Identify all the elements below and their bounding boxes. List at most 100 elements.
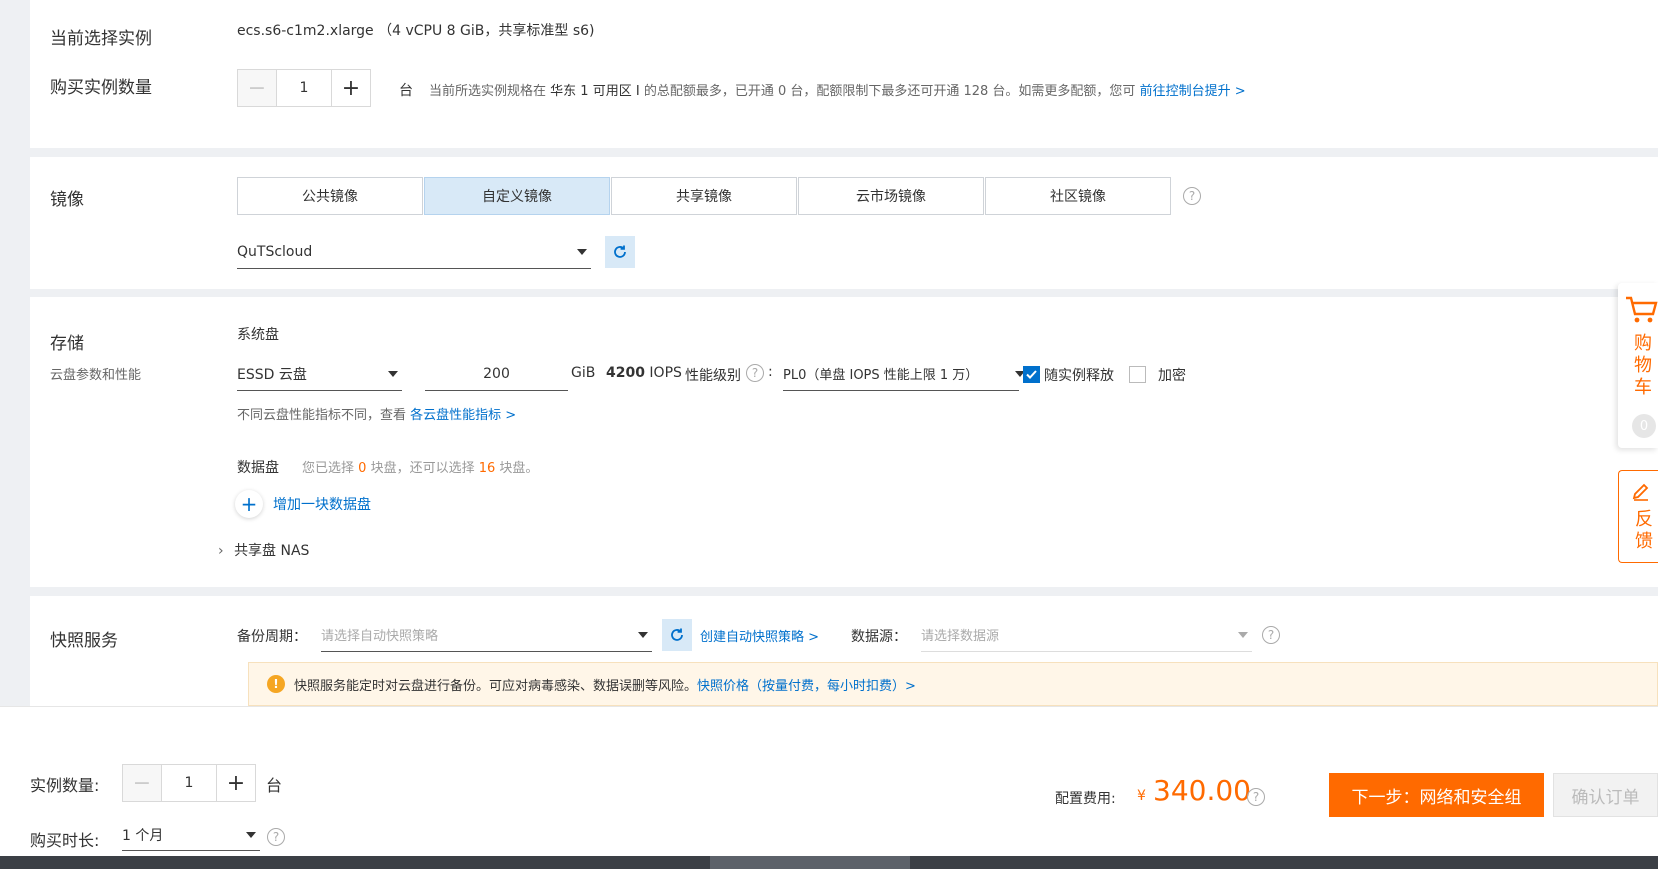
quota-text: 当前所选实例规格在 华东 1 可用区 I 的总配额最多，已开通 0 台，配额限制…	[429, 80, 1246, 99]
chevron-down-icon	[577, 249, 587, 255]
perf-colon: :	[768, 364, 773, 380]
tab-marketplace-image[interactable]: 云市场镜像	[798, 177, 984, 215]
chevron-down-icon	[246, 832, 256, 838]
plus-icon: +	[235, 490, 263, 518]
perf-level-select[interactable]: PL0（单盘 IOPS 性能上限 1 万）	[783, 357, 1025, 391]
horizontal-scrollbar[interactable]	[0, 856, 1658, 869]
snapshot-help-icon[interactable]: ?	[1262, 626, 1280, 644]
disk-type-select[interactable]: ESSD 云盘	[237, 357, 402, 391]
storage-section-label: 存储	[50, 334, 84, 354]
data-disk-note: 您已选择 0 块盘，还可以选择 16 块盘。	[302, 457, 538, 476]
tab-custom-image[interactable]: 自定义镜像	[424, 177, 610, 215]
disk-iops: 4200 IOPS	[606, 365, 682, 381]
disk-size-value: 200	[483, 365, 510, 382]
encrypt-label: 加密	[1158, 368, 1186, 384]
feedback-widget[interactable]: 反馈	[1618, 470, 1658, 563]
scrollbar-thumb[interactable]	[710, 856, 910, 869]
disk-type-value: ESSD 云盘	[237, 366, 307, 383]
data-source-placeholder: 请选择数据源	[921, 629, 1000, 644]
footer-qty-stepper: − 1 +	[122, 764, 256, 802]
image-refresh-button[interactable]	[605, 236, 635, 268]
feedback-label: 反馈	[1635, 509, 1653, 552]
add-data-disk-label: 增加一块数据盘	[273, 497, 371, 513]
chevron-down-icon	[638, 632, 648, 638]
release-with-instance-checkbox[interactable]	[1023, 366, 1040, 383]
instance-section-label: 当前选择实例	[50, 29, 152, 49]
footer-qty-unit: 台	[266, 776, 283, 795]
next-step-button[interactable]: 下一步：网络和安全组	[1329, 773, 1544, 817]
cart-count-badge: 0	[1632, 414, 1656, 438]
shared-disk-label: 共享盘 NAS	[234, 543, 310, 559]
instance-spec-detail: （4 vCPU 8 GiB，共享标准型 s6)	[378, 23, 595, 39]
create-snapshot-policy-link[interactable]: 创建自动快照策略 >	[700, 626, 819, 645]
image-help-icon[interactable]: ?	[1183, 187, 1201, 205]
refresh-icon	[671, 628, 683, 641]
quota-console-link[interactable]: 前往控制台提升 >	[1140, 84, 1246, 99]
chevron-down-icon	[1238, 632, 1248, 638]
quota-prefix: 当前所选实例规格在	[429, 84, 547, 99]
snapshot-notice-text: 快照服务能定时对云盘进行备份。可应对病毒感染、数据误删等风险。	[294, 678, 698, 694]
tab-community-image[interactable]: 社区镜像	[985, 177, 1171, 215]
qty-stepper: − 1 +	[237, 69, 371, 107]
instance-spec: ecs.s6-c1m2.xlarge （4 vCPU 8 GiB，共享标准型 s…	[237, 20, 595, 40]
perf-metrics-link[interactable]: 各云盘性能指标 >	[410, 408, 516, 423]
instance-spec-name: ecs.s6-c1m2.xlarge	[237, 23, 374, 39]
duration-help-icon[interactable]: ?	[267, 828, 285, 846]
quota-zone: 华东 1 可用区 I	[550, 84, 640, 99]
edit-icon	[1632, 483, 1649, 501]
perf-help-icon[interactable]: ?	[746, 364, 764, 382]
snapshot-price-link[interactable]: 快照价格（按量付费，每小时扣费）>	[697, 675, 916, 694]
qty-unit: 台	[399, 83, 413, 99]
data-disk-selected-count: 0	[358, 461, 367, 476]
footer-qty-increase-button[interactable]: +	[217, 765, 255, 801]
shared-disk-toggle[interactable]: › 共享盘 NAS	[218, 540, 309, 560]
disk-size-unit: GiB	[571, 365, 596, 381]
refresh-icon	[614, 245, 626, 258]
data-disk-note-a: 您已选择	[302, 461, 355, 476]
release-with-instance-label: 随实例释放	[1044, 368, 1114, 384]
fee-currency: ¥	[1137, 788, 1146, 804]
storage-section-sub: 云盘参数和性能	[50, 368, 142, 383]
chevron-down-icon	[388, 371, 398, 377]
snapshot-refresh-button[interactable]	[662, 619, 692, 651]
image-section-label: 镜像	[50, 190, 84, 210]
data-disk-remaining-count: 16	[478, 461, 496, 476]
ecs-purchase-page: 当前选择实例 ecs.s6-c1m2.xlarge （4 vCPU 8 GiB，…	[0, 0, 1658, 869]
quota-suffix: 的总配额最多，已开通 0 台，配额限制下最多还可开通 128 台。如需更多配额，…	[643, 84, 1136, 99]
disk-size-input[interactable]: 200	[425, 357, 568, 391]
qty-label: 购买实例数量	[50, 78, 152, 98]
data-disk-note-b: 块盘，还可以选择	[370, 461, 475, 476]
disk-iops-unit: IOPS	[649, 365, 682, 381]
encrypt-checkbox[interactable]	[1129, 366, 1146, 383]
tab-public-image[interactable]: 公共镜像	[237, 177, 423, 215]
chevron-right-icon: ›	[218, 543, 224, 559]
data-source-label: 数据源：	[851, 629, 907, 645]
warning-icon: !	[267, 675, 285, 693]
fee-label: 配置费用:	[1055, 791, 1116, 807]
footer-qty-value[interactable]: 1	[161, 765, 217, 801]
add-data-disk-button[interactable]: + 增加一块数据盘	[235, 490, 371, 518]
image-select[interactable]: QuTScloud	[237, 235, 591, 269]
qty-value[interactable]: 1	[276, 70, 332, 106]
qty-decrease-button[interactable]: −	[238, 70, 276, 106]
perf-level-value: PL0（单盘 IOPS 性能上限 1 万）	[783, 368, 979, 383]
disk-iops-value: 4200	[606, 365, 645, 381]
footer-qty-decrease-button[interactable]: −	[123, 765, 161, 801]
duration-label: 购买时长:	[30, 831, 100, 850]
tab-shared-image[interactable]: 共享镜像	[611, 177, 797, 215]
fee-help-icon[interactable]: ?	[1247, 788, 1265, 806]
perf-note: 不同云盘性能指标不同，查看 各云盘性能指标 >	[237, 404, 516, 423]
cart-widget[interactable]: 购物车 0	[1618, 283, 1658, 448]
system-disk-label: 系统盘	[237, 327, 279, 343]
backup-period-label: 备份周期：	[237, 629, 307, 645]
confirm-order-button[interactable]: 确认订单	[1553, 773, 1658, 817]
duration-value: 1 个月	[122, 827, 164, 844]
qty-increase-button[interactable]: +	[332, 70, 370, 106]
fee-value: 340.00	[1153, 774, 1251, 807]
data-disk-label: 数据盘	[237, 460, 279, 476]
perf-level-label: 性能级别	[685, 368, 741, 384]
backup-policy-select[interactable]: 请选择自动快照策略	[321, 618, 652, 652]
duration-select[interactable]: 1 个月	[122, 819, 260, 851]
check-icon	[1026, 370, 1037, 379]
data-source-select[interactable]: 请选择数据源	[921, 618, 1252, 652]
